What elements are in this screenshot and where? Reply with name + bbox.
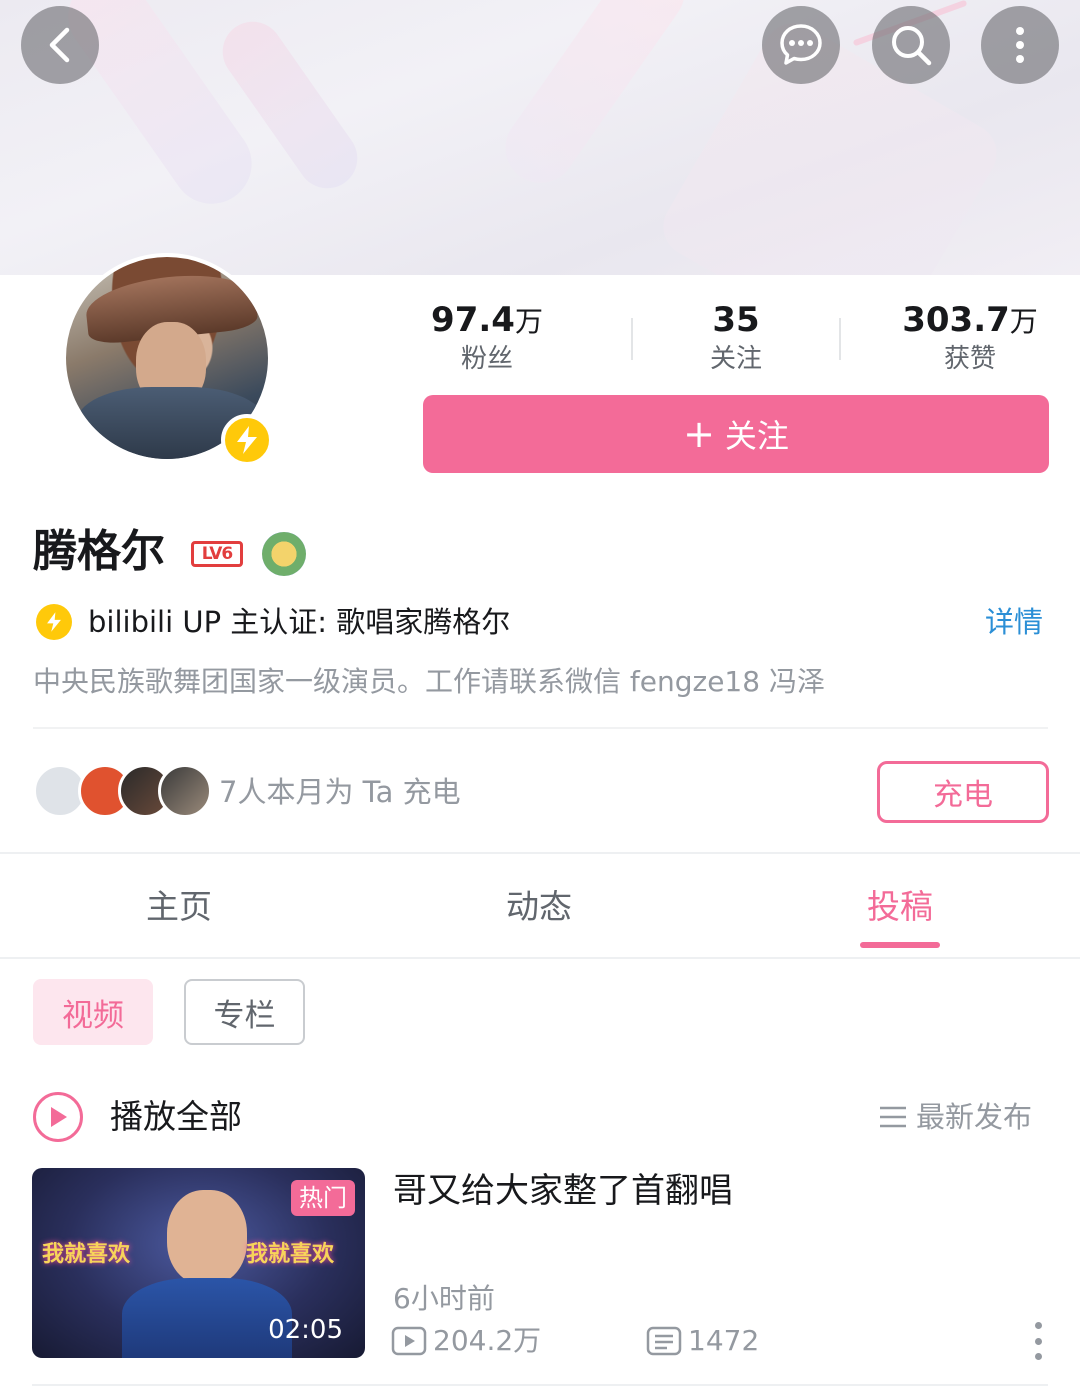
- play-count-icon: [391, 1326, 427, 1356]
- hot-badge: 热门: [291, 1180, 355, 1216]
- certification-lightning-icon: [36, 604, 72, 640]
- video-title[interactable]: 哥又给大家整了首翻唱: [393, 1168, 733, 1214]
- search-icon: [892, 26, 932, 66]
- following-count: 35: [712, 300, 760, 340]
- stat-divider: [631, 318, 633, 360]
- chevron-left-icon: [49, 27, 70, 63]
- play-all-button[interactable]: 播放全部: [110, 1094, 242, 1140]
- charger-avatar: [158, 764, 212, 818]
- fans-stat[interactable]: 97.4万 粉丝: [387, 300, 587, 376]
- play-all-icon[interactable]: [33, 1092, 83, 1142]
- tab-uploads[interactable]: 投稿: [800, 884, 1000, 930]
- filter-column[interactable]: 专栏: [184, 979, 305, 1045]
- more-options-button[interactable]: [981, 6, 1059, 84]
- video-danmaku: 1472: [646, 1322, 759, 1360]
- chat-bubble-icon: [780, 24, 822, 65]
- stat-divider: [839, 318, 841, 360]
- divider: [0, 957, 1080, 959]
- charge-button[interactable]: 充电: [877, 761, 1049, 823]
- banner-shape: [491, 0, 699, 197]
- sort-dropdown[interactable]: 最新发布: [878, 1097, 1032, 1137]
- username: 腾格尔: [33, 526, 165, 577]
- bio: 中央民族歌舞团国家一级演员。工作请联系微信 fengze18 冯泽: [33, 665, 825, 698]
- video-duration: 02:05: [268, 1315, 343, 1345]
- following-label: 关注: [709, 344, 762, 374]
- divider: [33, 727, 1048, 729]
- verified-lightning-icon: [221, 414, 273, 466]
- video-more-icon[interactable]: [1026, 1322, 1050, 1360]
- danmaku-count: 1472: [688, 1324, 760, 1357]
- fans-count: 97.4: [431, 300, 515, 340]
- level-badge: LV6: [191, 541, 243, 567]
- following-stat[interactable]: 35 关注: [636, 300, 836, 376]
- search-button[interactable]: [872, 6, 950, 84]
- tab-home[interactable]: 主页: [79, 884, 279, 930]
- follow-button[interactable]: + 关注: [423, 395, 1049, 473]
- back-button[interactable]: [21, 6, 99, 84]
- follow-label: 关注: [724, 417, 789, 455]
- vertical-dots-icon: [1016, 27, 1024, 63]
- tab-dynamics[interactable]: 动态: [439, 884, 639, 930]
- likes-stat[interactable]: 303.7万 获赞: [870, 300, 1070, 376]
- fans-unit: 万: [514, 305, 543, 338]
- likes-unit: 万: [1009, 305, 1038, 338]
- message-button[interactable]: [762, 6, 840, 84]
- certification-text: bilibili UP 主认证: 歌唱家腾格尔: [88, 605, 511, 639]
- plus-icon: +: [683, 412, 715, 456]
- medal-icon[interactable]: [262, 532, 306, 576]
- filter-video[interactable]: 视频: [33, 979, 153, 1045]
- detail-link[interactable]: 详情: [985, 602, 1043, 642]
- tab-indicator: [860, 942, 940, 948]
- video-thumbnail[interactable]: 我就喜欢 我就喜欢 热门 02:05: [32, 1168, 365, 1358]
- video-publish-time: 6小时前: [393, 1282, 495, 1315]
- divider: [32, 1384, 1048, 1386]
- likes-count: 303.7: [902, 300, 1010, 340]
- sort-label: 最新发布: [916, 1100, 1033, 1134]
- charge-summary[interactable]: 7人本月为 Ta 充电: [219, 772, 461, 812]
- likes-label: 获赞: [943, 344, 996, 374]
- video-views: 204.2万: [391, 1322, 541, 1360]
- thumbnail-text: 我就喜欢: [246, 1242, 335, 1267]
- list-icon: [880, 1106, 906, 1128]
- views-count: 204.2万: [433, 1324, 542, 1357]
- fans-label: 粉丝: [460, 344, 513, 374]
- danmaku-icon: [646, 1326, 682, 1356]
- divider: [0, 852, 1080, 854]
- thumbnail-text: 我就喜欢: [42, 1242, 131, 1267]
